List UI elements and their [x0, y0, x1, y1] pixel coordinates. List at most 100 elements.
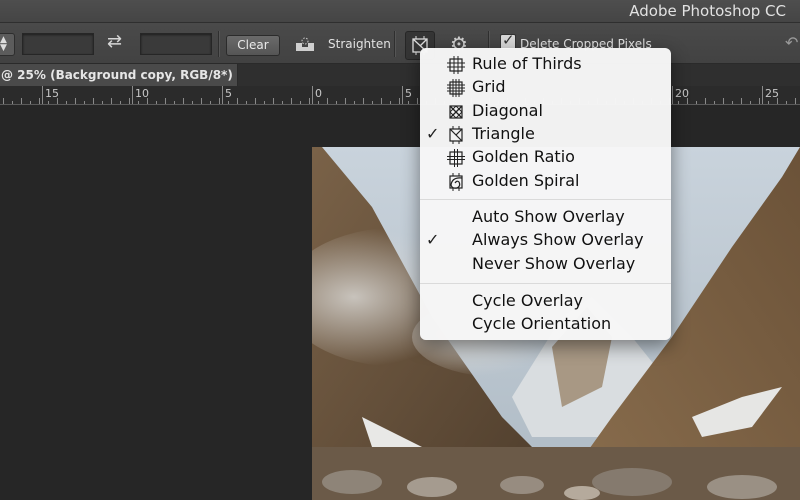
ruler-tick [732, 101, 733, 104]
menu-item-grid[interactable]: Grid [420, 75, 671, 98]
menu-separator [420, 283, 671, 284]
menu-item-auto-show-overlay[interactable]: Auto Show Overlay [420, 205, 671, 228]
canvas-area[interactable] [0, 105, 800, 500]
menu-item-label: Always Show Overlay [472, 230, 644, 250]
clear-button[interactable]: Clear [226, 35, 280, 56]
ruler-tick [255, 98, 256, 104]
ruler-tick [300, 101, 301, 104]
ruler-tick [156, 101, 157, 104]
ruler-tick [30, 101, 31, 104]
ruler-tick [417, 98, 418, 104]
ruler-tick [282, 101, 283, 104]
ruler-tick [741, 98, 742, 104]
menu-item-never-show-overlay[interactable]: Never Show Overlay [420, 252, 671, 275]
document-tab[interactable]: @ 25% (Background copy, RGB/8*) * [0, 64, 238, 86]
ruler-label: 20 [675, 87, 689, 100]
ruler-tick [111, 98, 112, 104]
golden-ratio-icon [447, 149, 465, 168]
menu-item-cycle-orientation[interactable]: Cycle Orientation [420, 312, 671, 335]
ruler-tick [12, 101, 13, 104]
ruler-tick [795, 98, 796, 104]
divider [218, 31, 220, 57]
menu-item-label: Cycle Orientation [472, 314, 612, 334]
ruler-tick [66, 101, 67, 104]
ruler-tick [201, 98, 202, 104]
ruler-tick [363, 98, 364, 104]
ruler-tick [723, 98, 724, 104]
ruler-label: 25 [765, 87, 779, 100]
ruler-tick [264, 101, 265, 104]
straighten-level-icon[interactable] [295, 36, 315, 52]
ruler-tick [786, 101, 787, 104]
divider [394, 31, 396, 57]
ruler-major-tick [132, 86, 133, 104]
ruler-tick [93, 98, 94, 104]
ruler-tick [696, 101, 697, 104]
ruler-tick [291, 98, 292, 104]
ruler-tick [165, 98, 166, 104]
menu-item-golden-ratio[interactable]: Golden Ratio [420, 145, 671, 168]
menu-item-cycle-overlay[interactable]: Cycle Overlay [420, 289, 671, 312]
ruler-label: 0 [315, 87, 322, 100]
straighten-label[interactable]: Straighten [328, 37, 391, 51]
checkmark-icon: ✓ [502, 31, 515, 49]
menu-item-label: Golden Spiral [472, 170, 580, 190]
ruler-tick [759, 98, 760, 104]
ruler-label: 15 [45, 87, 59, 100]
height-field[interactable] [140, 33, 212, 55]
ruler-major-tick [402, 86, 403, 104]
menu-item-label: Diagonal [472, 100, 543, 120]
ruler-tick [354, 101, 355, 104]
swap-arrows-icon[interactable]: ⇄ [107, 31, 122, 52]
menu-item-golden-spiral[interactable]: Golden Spiral [420, 169, 671, 192]
ruler-major-tick [312, 86, 313, 104]
horizontal-ruler: 15 10 5 0 5 20 25 [0, 86, 800, 105]
menu-item-label: Rule of Thirds [472, 54, 582, 73]
app-title: Adobe Photoshop CC [629, 2, 786, 20]
menu-item-rule-of-thirds[interactable]: Rule of Thirds [420, 52, 671, 75]
ruler-major-tick [222, 86, 223, 104]
menu-item-triangle[interactable]: ✓ Triangle [420, 122, 671, 145]
ruler-tick [372, 101, 373, 104]
ruler-tick [318, 101, 319, 104]
menu-item-label: Never Show Overlay [472, 253, 636, 273]
reset-icon[interactable]: ↶ [785, 33, 798, 52]
ruler-tick [21, 98, 22, 104]
ruler-tick [381, 98, 382, 104]
ruler-tick [390, 101, 391, 104]
ruler-tick [327, 98, 328, 104]
up-down-arrows-icon: ▲ ▼ [0, 35, 7, 53]
ruler-label: 5 [405, 87, 412, 100]
title-bar: Adobe Photoshop CC [0, 0, 800, 23]
ruler-major-tick [672, 86, 673, 104]
ruler-tick [138, 101, 139, 104]
ruler-major-tick [42, 86, 43, 104]
ratio-stepper[interactable]: ▲ ▼ [0, 33, 15, 56]
diagonal-icon [449, 104, 463, 119]
options-bar: ▲ ▼ ⇄ Clear Straighten ⚙ ✓ Delete Cropped… [0, 23, 800, 64]
ruler-tick [129, 98, 130, 104]
ruler-tick [192, 101, 193, 104]
menu-item-label: Golden Ratio [472, 147, 575, 167]
ruler-tick [183, 98, 184, 104]
menu-item-diagonal[interactable]: Diagonal [420, 99, 671, 122]
triangle-icon [449, 125, 463, 144]
ruler-tick [246, 101, 247, 104]
ruler-tick [75, 98, 76, 104]
ruler-tick [408, 101, 409, 104]
menu-separator [420, 199, 671, 200]
menu-item-label: Grid [472, 77, 506, 97]
ruler-tick [120, 101, 121, 104]
menu-item-always-show-overlay[interactable]: ✓ Always Show Overlay [420, 228, 671, 251]
ruler-tick [210, 101, 211, 104]
ruler-tick [3, 98, 4, 104]
menu-item-label: Triangle [472, 123, 535, 143]
ruler-tick [678, 101, 679, 104]
grid-icon [447, 79, 465, 98]
checkmark-icon: ✓ [426, 123, 440, 143]
ruler-label: 5 [225, 87, 232, 100]
ruler-label: 10 [135, 87, 149, 100]
ruler-tick [336, 101, 337, 104]
ruler-tick [399, 98, 400, 104]
width-field[interactable] [22, 33, 94, 55]
